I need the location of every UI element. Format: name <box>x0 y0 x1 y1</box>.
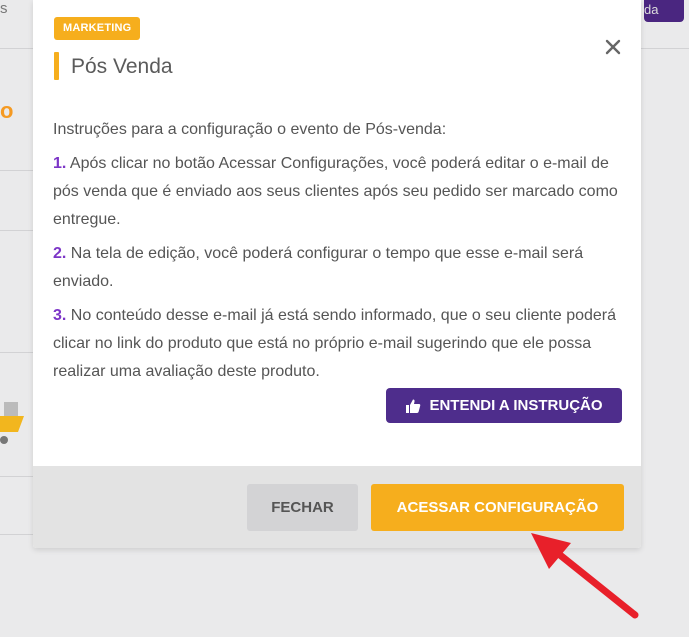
background-text-fragment: s <box>0 0 8 17</box>
background-divider <box>0 534 33 535</box>
background-divider <box>0 352 33 353</box>
title-accent-bar <box>54 52 59 80</box>
thumbs-up-icon <box>406 399 421 413</box>
access-configuration-button[interactable]: ACESSAR CONFIGURAÇÃO <box>371 484 624 531</box>
background-logo-fragment: o <box>0 98 14 123</box>
close-button[interactable]: FECHAR <box>247 484 358 531</box>
instruction-item: 1. Após clicar no botão Acessar Configur… <box>53 150 633 234</box>
category-badge: MARKETING <box>54 17 141 40</box>
instruction-modal: MARKETING Pós Venda Instruções para a co… <box>33 0 641 548</box>
instructions-body: Instruções para a configuração o evento … <box>53 116 633 392</box>
instruction-number: 1. <box>53 155 67 172</box>
instruction-item: 3. No conteúdo desse e-mail já está send… <box>53 302 633 386</box>
background-divider <box>0 476 33 477</box>
background-divider <box>0 230 33 231</box>
instruction-item: 2. Na tela de edição, você poderá config… <box>53 240 633 296</box>
instruction-text: Após clicar no botão Acessar Configuraçõ… <box>53 155 618 228</box>
instruction-number: 3. <box>53 307 67 324</box>
modal-title: Pós Venda <box>71 55 173 78</box>
background-divider <box>0 48 33 49</box>
background-divider <box>0 170 33 171</box>
acknowledge-button-label: ENTENDI A INSTRUÇÃO <box>429 397 603 414</box>
instruction-text: No conteúdo desse e-mail já está sendo i… <box>53 307 617 380</box>
instruction-number: 2. <box>53 245 67 262</box>
acknowledge-instruction-button[interactable]: ENTENDI A INSTRUÇÃO <box>386 388 622 423</box>
close-icon[interactable] <box>603 37 623 57</box>
background-divider <box>641 48 689 49</box>
instruction-text: Na tela de edição, você poderá configura… <box>53 245 584 290</box>
cart-icon <box>0 402 24 444</box>
background-button-fragment: da <box>644 0 684 22</box>
instructions-intro: Instruções para a configuração o evento … <box>53 121 447 138</box>
red-arrow-icon <box>531 533 639 619</box>
